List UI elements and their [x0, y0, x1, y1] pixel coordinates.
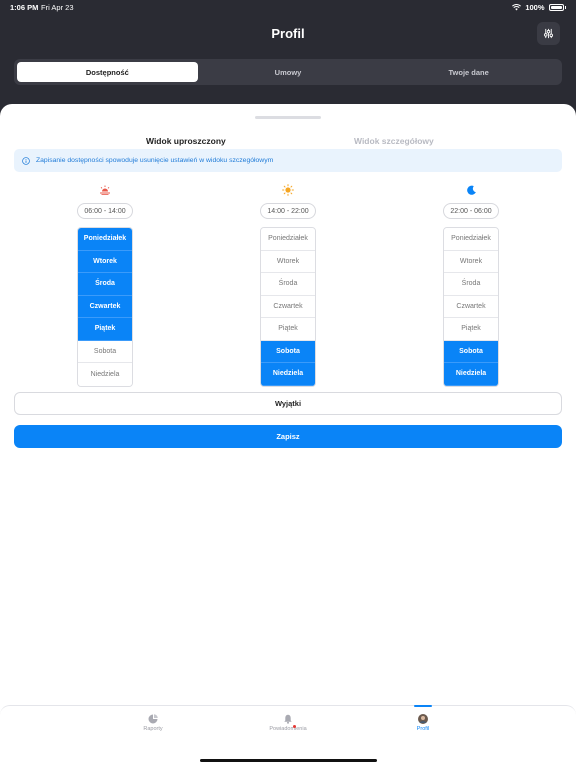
header: Profil Dostępność Umowy Twoje dane [0, 14, 576, 104]
status-time: 1:06 PM [10, 3, 39, 12]
status-bar: 1:06 PM Fri Apr 23 100% [0, 0, 576, 14]
page-title: Profil [271, 26, 305, 41]
filter-button[interactable] [537, 22, 560, 45]
day-toggle-thursday[interactable]: Czwartek [261, 295, 315, 318]
shift-time: 06:00 - 14:00 [77, 203, 133, 219]
shift-column-afternoon: 14:00 - 22:00 Poniedziałek Wtorek Środa … [259, 184, 317, 387]
day-toggle-tuesday[interactable]: Wtorek [261, 250, 315, 273]
day-toggle-tuesday[interactable]: Wtorek [78, 250, 132, 273]
day-toggle-thursday[interactable]: Czwartek [444, 295, 498, 318]
day-toggle-monday[interactable]: Poniedziałek [261, 228, 315, 251]
shift-column-night: 22:00 - 06:00 Poniedziałek Wtorek Środa … [442, 184, 500, 387]
battery-tip [564, 6, 566, 9]
info-banner: Zapisanie dostępności spowoduje usunięci… [14, 149, 562, 172]
tab-detailed-view[interactable]: Widok szczegółowy [354, 136, 434, 146]
pie-chart-icon [148, 714, 158, 724]
moon-icon [442, 184, 500, 196]
sheet-handle[interactable] [255, 116, 321, 119]
exceptions-button[interactable]: Wyjątki [14, 392, 562, 415]
info-icon [22, 156, 30, 165]
day-toggle-saturday[interactable]: Sobota [261, 340, 315, 363]
avatar [418, 714, 428, 724]
day-toggle-wednesday[interactable]: Środa [78, 273, 132, 296]
segment-contracts[interactable]: Umowy [198, 62, 379, 82]
bell-icon [284, 714, 292, 724]
tab-profile[interactable]: Profil [383, 706, 463, 732]
day-toggle-friday[interactable]: Piątek [444, 318, 498, 341]
segment-your-data[interactable]: Twoje dane [378, 62, 559, 82]
day-toggle-thursday[interactable]: Czwartek [78, 295, 132, 318]
day-list: Poniedziałek Wtorek Środa Czwartek Piąte… [77, 227, 133, 387]
day-toggle-friday[interactable]: Piątek [78, 318, 132, 341]
day-toggle-saturday[interactable]: Sobota [78, 340, 132, 363]
day-list: Poniedziałek Wtorek Środa Czwartek Piąte… [260, 227, 316, 387]
view-tabs: Widok uproszczony Widok szczegółowy [0, 136, 576, 150]
tab-label: Profil [416, 726, 430, 732]
shift-column-morning: 06:00 - 14:00 Poniedziałek Wtorek Środa … [76, 184, 134, 387]
shift-time: 22:00 - 06:00 [443, 203, 499, 219]
day-toggle-sunday[interactable]: Niedziela [444, 363, 498, 386]
day-toggle-sunday[interactable]: Niedziela [261, 363, 315, 386]
shift-time: 14:00 - 22:00 [260, 203, 316, 219]
tab-simple-view[interactable]: Widok uproszczony [146, 136, 226, 146]
day-toggle-wednesday[interactable]: Środa [444, 273, 498, 296]
sun-icon [259, 184, 317, 196]
info-text: Zapisanie dostępności spowoduje usunięci… [36, 157, 274, 164]
status-right: 100% [512, 3, 566, 12]
tab-notifications[interactable]: Powiadomienia [248, 706, 328, 732]
status-date: Fri Apr 23 [41, 3, 74, 12]
battery-icon [548, 4, 564, 11]
notification-dot [293, 725, 296, 728]
profile-segmented-control: Dostępność Umowy Twoje dane [14, 59, 562, 85]
day-list: Poniedziałek Wtorek Środa Czwartek Piąte… [443, 227, 499, 387]
tab-label: Raporty [143, 726, 163, 732]
segment-availability[interactable]: Dostępność [17, 62, 198, 82]
day-toggle-tuesday[interactable]: Wtorek [444, 250, 498, 273]
tab-label: Powiadomienia [269, 726, 307, 732]
tab-reports[interactable]: Raporty [113, 706, 193, 732]
home-indicator [200, 759, 377, 762]
day-toggle-monday[interactable]: Poniedziałek [444, 228, 498, 251]
availability-sheet: Widok uproszczony Widok szczegółowy Zapi… [0, 104, 576, 768]
sliders-icon [544, 28, 553, 39]
save-button[interactable]: Zapisz [14, 425, 562, 448]
day-toggle-sunday[interactable]: Niedziela [78, 363, 132, 386]
day-toggle-wednesday[interactable]: Środa [261, 273, 315, 296]
day-toggle-monday[interactable]: Poniedziałek [78, 228, 132, 251]
wifi-icon [512, 4, 522, 11]
day-toggle-saturday[interactable]: Sobota [444, 340, 498, 363]
battery-percent: 100% [525, 3, 545, 12]
day-toggle-friday[interactable]: Piątek [261, 318, 315, 341]
sunrise-icon [76, 184, 134, 196]
